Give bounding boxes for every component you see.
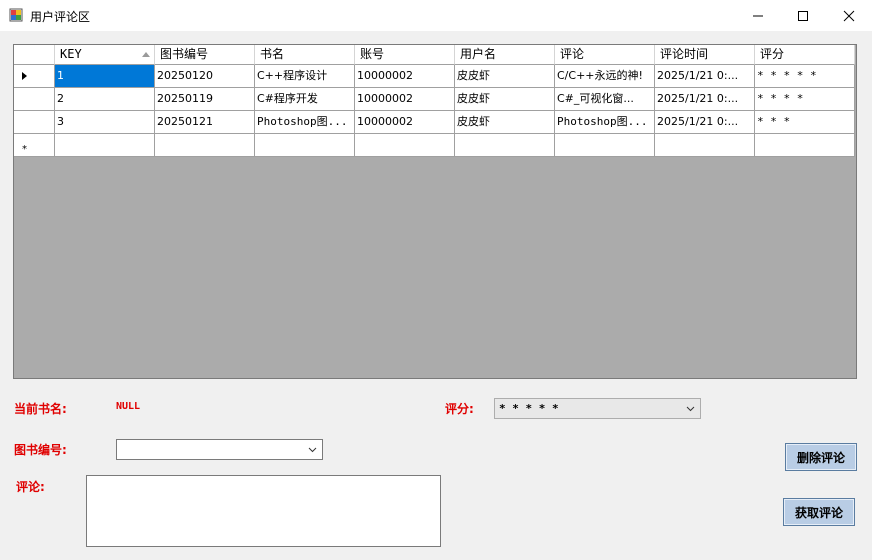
row-header[interactable] xyxy=(14,65,55,88)
new-row-icon: * xyxy=(22,144,27,155)
book-id-select[interactable] xyxy=(116,439,323,460)
cell-account[interactable]: 10000002 xyxy=(355,111,455,134)
cell-account[interactable] xyxy=(355,134,455,157)
cell-comment-time[interactable] xyxy=(655,134,755,157)
cell-key[interactable] xyxy=(55,134,155,157)
cell-username[interactable]: 皮皮虾 xyxy=(455,65,555,88)
cell-book-name[interactable]: Photoshop图... xyxy=(255,111,355,134)
sort-ascending-icon xyxy=(142,52,150,57)
rating-select[interactable]: * * * * * xyxy=(494,398,701,419)
fetch-comments-button[interactable]: 获取评论 xyxy=(783,498,855,526)
column-header-comment-time[interactable]: 评论时间 xyxy=(655,45,755,65)
row-header[interactable] xyxy=(14,111,55,134)
app-icon xyxy=(9,8,23,22)
table-row[interactable]: 1 20250120 C++程序设计 10000002 皮皮虾 C/C++永远的… xyxy=(14,65,856,88)
minimize-button[interactable] xyxy=(735,0,781,31)
cell-key[interactable]: 1 xyxy=(55,65,155,88)
cell-username[interactable]: 皮皮虾 xyxy=(455,111,555,134)
cell-rating[interactable]: * * * * xyxy=(755,88,855,111)
new-table-row[interactable]: * xyxy=(14,134,856,157)
table-row[interactable]: 3 20250121 Photoshop图... 10000002 皮皮虾 Ph… xyxy=(14,111,856,134)
cell-book-id[interactable]: 20250120 xyxy=(155,65,255,88)
column-header-username[interactable]: 用户名 xyxy=(455,45,555,65)
close-button[interactable] xyxy=(826,0,872,31)
window-title: 用户评论区 xyxy=(30,10,91,24)
chevron-down-icon xyxy=(686,406,695,412)
cell-book-id[interactable]: 20250119 xyxy=(155,88,255,111)
close-icon xyxy=(843,10,855,21)
cell-username[interactable]: 皮皮虾 xyxy=(455,88,555,111)
cell-key[interactable]: 2 xyxy=(55,88,155,111)
column-header-book-name[interactable]: 书名 xyxy=(255,45,355,65)
cell-book-name[interactable] xyxy=(255,134,355,157)
column-header-book-id[interactable]: 图书编号 xyxy=(155,45,255,65)
current-row-icon xyxy=(22,72,27,80)
cell-book-id[interactable]: 20250121 xyxy=(155,111,255,134)
cell-comment[interactable]: Photoshop图... xyxy=(555,111,655,134)
cell-rating[interactable]: * * * * * xyxy=(755,65,855,88)
table-row[interactable]: 2 20250119 C#程序开发 10000002 皮皮虾 C#_可视化窗..… xyxy=(14,88,856,111)
corner-header[interactable] xyxy=(14,45,55,65)
row-header[interactable]: * xyxy=(14,134,55,157)
maximize-button[interactable] xyxy=(780,0,826,31)
maximize-icon xyxy=(798,10,808,21)
rating-select-value: * * * * * xyxy=(499,402,559,415)
delete-comment-button[interactable]: 删除评论 xyxy=(785,443,857,471)
comment-textarea[interactable] xyxy=(86,475,441,547)
cell-comment[interactable]: C/C++永远的神! xyxy=(555,65,655,88)
cell-comment-time[interactable]: 2025/1/21 0:... xyxy=(655,65,755,88)
current-book-label: 当前书名: xyxy=(14,402,67,416)
book-id-label: 图书编号: xyxy=(14,443,67,457)
row-header[interactable] xyxy=(14,88,55,111)
cell-username[interactable] xyxy=(455,134,555,157)
cell-comment-time[interactable]: 2025/1/21 0:... xyxy=(655,88,755,111)
comment-label: 评论: xyxy=(16,480,45,494)
comments-grid[interactable]: KEY 图书编号 书名 账号 用户名 评论 评论时间 评分 1 20250120… xyxy=(13,44,857,379)
cell-book-name[interactable]: C++程序设计 xyxy=(255,65,355,88)
rating-label: 评分: xyxy=(445,402,474,416)
cell-account[interactable]: 10000002 xyxy=(355,65,455,88)
cell-comment[interactable] xyxy=(555,134,655,157)
cell-comment[interactable]: C#_可视化窗... xyxy=(555,88,655,111)
cell-book-id[interactable] xyxy=(155,134,255,157)
column-header-key[interactable]: KEY xyxy=(55,45,155,65)
title-bar: 用户评论区 xyxy=(0,0,872,31)
column-header-comment[interactable]: 评论 xyxy=(555,45,655,65)
chevron-down-icon xyxy=(308,447,317,453)
current-book-value: NULL xyxy=(116,401,141,412)
cell-rating[interactable] xyxy=(755,134,855,157)
cell-rating[interactable]: * * * xyxy=(755,111,855,134)
column-header-account[interactable]: 账号 xyxy=(355,45,455,65)
cell-comment-time[interactable]: 2025/1/21 0:... xyxy=(655,111,755,134)
minimize-icon xyxy=(753,15,763,16)
cell-book-name[interactable]: C#程序开发 xyxy=(255,88,355,111)
cell-account[interactable]: 10000002 xyxy=(355,88,455,111)
column-header-rating[interactable]: 评分 xyxy=(755,45,855,65)
cell-key[interactable]: 3 xyxy=(55,111,155,134)
